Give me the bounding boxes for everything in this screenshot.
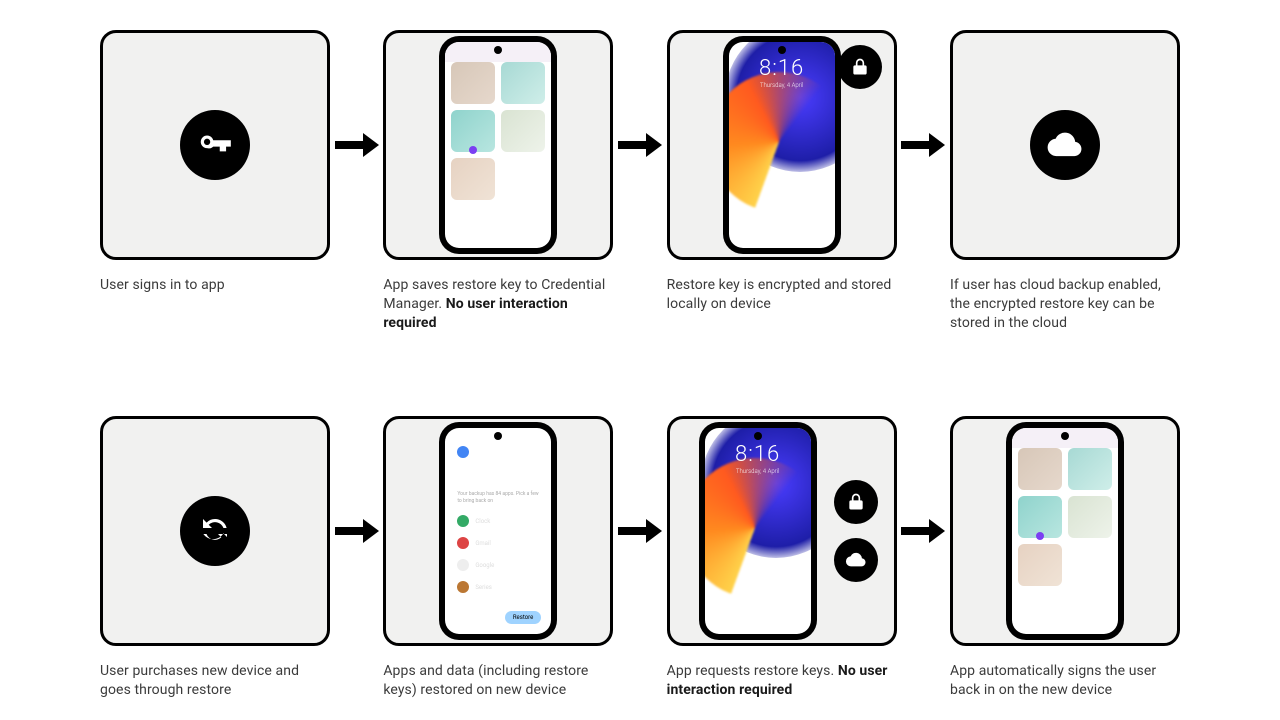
caption-sign-in: User signs in to app bbox=[100, 276, 330, 295]
lock-time-1: 8:16 bbox=[729, 56, 835, 81]
restore-app-list: Clock Gmail Google Series bbox=[457, 510, 539, 598]
list-item: Series bbox=[457, 576, 539, 598]
caption-new-device: User purchases new device and goes throu… bbox=[100, 662, 330, 700]
caption-cloud-backup: If user has cloud backup enabled, the en… bbox=[950, 276, 1180, 333]
step-save-key: App saves restore key to Credential Mana… bbox=[383, 30, 613, 333]
caption-encrypt-local: Restore key is encrypted and stored loca… bbox=[667, 276, 897, 314]
gallery-screen bbox=[445, 42, 551, 248]
lock-screen-1: 8:16 Thursday, 4 April bbox=[729, 42, 835, 248]
restore-screen: Choose apps to restore Your backup has 8… bbox=[445, 428, 551, 634]
play-logo-icon bbox=[457, 446, 469, 458]
lock-date-1: Thursday, 4 April bbox=[729, 82, 835, 89]
restore-title: Choose apps to restore bbox=[457, 468, 539, 488]
phone-gallery bbox=[439, 36, 557, 254]
step-request-keys: 8:16 Thursday, 4 April App requests rest… bbox=[667, 416, 897, 700]
cloud-icon bbox=[834, 538, 878, 582]
gallery-screen-2 bbox=[1012, 428, 1118, 634]
step-encrypt-local: 8:16 Thursday, 4 April Restore key is en… bbox=[667, 30, 897, 314]
card-auto-signin bbox=[950, 416, 1180, 646]
flow-row-1: User signs in to app bbox=[100, 30, 1180, 333]
lock-time-2: 8:16 bbox=[705, 442, 811, 467]
arrow-4 bbox=[330, 416, 383, 646]
lock-date-2: Thursday, 4 April bbox=[705, 468, 811, 475]
phone-lockscreen-2: 8:16 Thursday, 4 April bbox=[699, 422, 817, 640]
caption-restore-apps: Apps and data (including restore keys) r… bbox=[383, 662, 613, 700]
list-item: Google bbox=[457, 554, 539, 576]
card-sign-in bbox=[100, 30, 330, 260]
caption-request-keys: App requests restore keys. No user inter… bbox=[667, 662, 897, 700]
list-item: Clock bbox=[457, 510, 539, 532]
phone-lockscreen-1: 8:16 Thursday, 4 April bbox=[723, 36, 841, 254]
step-restore-apps: Choose apps to restore Your backup has 8… bbox=[383, 416, 613, 700]
list-item: Gmail bbox=[457, 532, 539, 554]
arrow-6 bbox=[897, 416, 950, 646]
card-cloud-backup bbox=[950, 30, 1180, 260]
restore-subtitle: Your backup has 84 apps. Pick a few to b… bbox=[457, 491, 539, 504]
flow-row-2: User purchases new device and goes throu… bbox=[100, 416, 1180, 700]
lock-icon bbox=[838, 45, 882, 89]
arrow-2 bbox=[613, 30, 666, 260]
sync-icon bbox=[180, 496, 250, 566]
restore-cta: Restore bbox=[505, 611, 541, 624]
card-save-key bbox=[383, 30, 613, 260]
arrow-3 bbox=[897, 30, 950, 260]
lock-icon bbox=[834, 480, 878, 524]
arrow-1 bbox=[330, 30, 383, 260]
card-encrypt-local: 8:16 Thursday, 4 April bbox=[667, 30, 897, 260]
lock-screen-2: 8:16 Thursday, 4 April bbox=[705, 428, 811, 634]
step-sign-in: User signs in to app bbox=[100, 30, 330, 295]
key-icon bbox=[180, 110, 250, 180]
card-new-device bbox=[100, 416, 330, 646]
step-new-device: User purchases new device and goes throu… bbox=[100, 416, 330, 700]
diagram-canvas: User signs in to app bbox=[0, 0, 1280, 720]
card-request-keys: 8:16 Thursday, 4 April bbox=[667, 416, 897, 646]
step-auto-signin: App automatically signs the user back in… bbox=[950, 416, 1180, 700]
cloud-icon bbox=[1030, 110, 1100, 180]
card-restore-apps: Choose apps to restore Your backup has 8… bbox=[383, 416, 613, 646]
caption-save-key: App saves restore key to Credential Mana… bbox=[383, 276, 613, 333]
step-cloud-backup: If user has cloud backup enabled, the en… bbox=[950, 30, 1180, 333]
phone-restore: Choose apps to restore Your backup has 8… bbox=[439, 422, 557, 640]
caption-request-keys-pre: App requests restore keys. bbox=[667, 663, 838, 679]
arrow-5 bbox=[613, 416, 666, 646]
phone-gallery-2 bbox=[1006, 422, 1124, 640]
caption-auto-signin: App automatically signs the user back in… bbox=[950, 662, 1180, 700]
